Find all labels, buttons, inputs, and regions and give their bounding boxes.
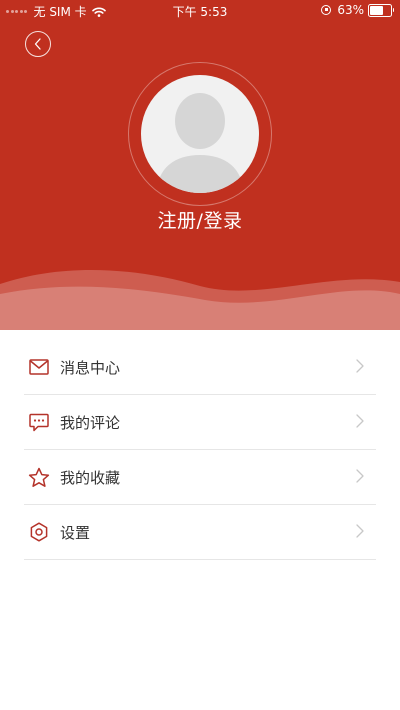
chevron-right-icon [356,359,364,373]
menu-item-settings[interactable]: 设置 [24,505,376,560]
menu-list: 消息中心 我的评论 我的收藏 设置 [24,340,376,560]
comment-icon [28,411,50,433]
menu-item-favorites[interactable]: 我的收藏 [24,450,376,505]
profile-header: 无 SIM 卡 下午 5:53 63% 注册/登录 [0,0,400,330]
menu-item-label: 设置 [60,523,91,542]
menu-item-label: 我的收藏 [60,468,121,487]
battery-percent: 63% [337,3,364,17]
rotation-lock-icon [321,5,332,15]
chevron-right-icon [356,524,364,538]
menu-item-label: 我的评论 [60,413,121,432]
status-bar: 无 SIM 卡 下午 5:53 63% [0,0,400,20]
chevron-right-icon [356,469,364,483]
gear-icon [28,521,50,543]
header-wave [0,269,400,330]
menu-item-comments[interactable]: 我的评论 [24,395,376,450]
battery-icon [368,3,394,17]
back-button[interactable] [25,31,51,57]
chevron-right-icon [356,414,364,428]
default-user-icon [157,93,243,193]
battery-fill [370,5,383,15]
status-right: 63% [321,3,394,17]
menu-item-label: 消息中心 [60,358,121,377]
chevron-left-icon [34,38,41,50]
mail-icon [28,356,50,378]
menu-item-messages[interactable]: 消息中心 [24,340,376,395]
avatar[interactable] [141,75,259,193]
star-icon [28,466,50,488]
register-login-link[interactable]: 注册/登录 [0,206,400,233]
